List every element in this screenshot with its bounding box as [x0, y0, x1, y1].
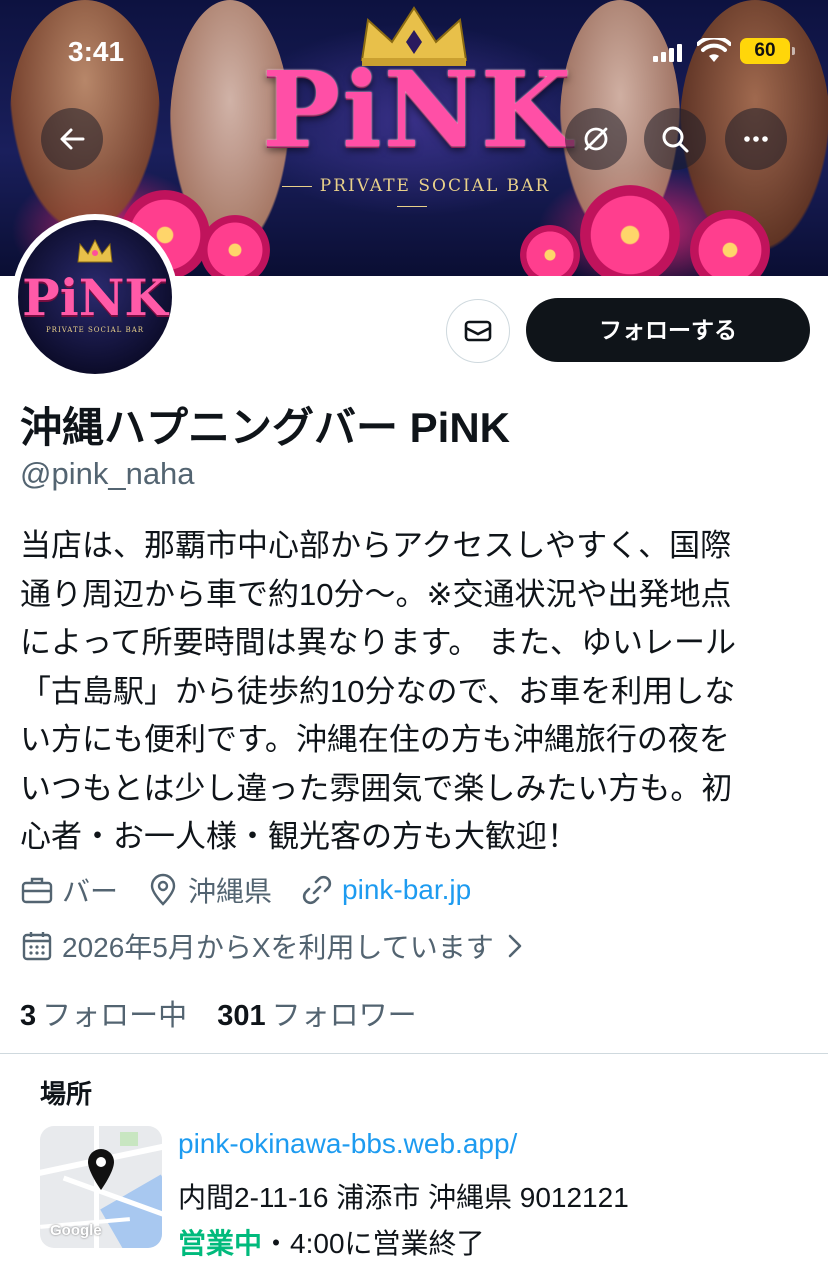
profile-handle: @pink_naha	[20, 456, 195, 491]
bio-line: 心者・お一人様・観光客の方も大歓迎！	[20, 819, 578, 854]
location-address: 内間2-11-16 浦添市 沖縄県 9012121	[178, 1182, 629, 1213]
more-options-button[interactable]	[725, 108, 787, 170]
closing-time: ・4:00に営業終了	[262, 1228, 485, 1259]
section-divider	[0, 1053, 828, 1054]
profile-bio: 当店は、那覇市中心部からアクセスしやすく、国際 通り周辺から車で約10分〜。※交…	[20, 522, 812, 862]
map-provider-label: Google	[50, 1222, 102, 1239]
follow-stats: 3 フォロー中 301 フォロワー	[20, 992, 439, 1034]
follow-button[interactable]: フォローする	[526, 298, 810, 362]
avatar-logo-subtitle: PRIVATE SOCIAL BAR	[45, 326, 145, 334]
following-count: 3	[20, 1000, 37, 1032]
map-thumbnail[interactable]: Google	[40, 1126, 162, 1248]
bio-line: 通り周辺から車で約10分〜。※交通状況や出発地点	[20, 576, 732, 612]
arrow-left-icon	[60, 128, 85, 150]
profile-location: 沖縄県	[146, 870, 272, 910]
profile-category: バー	[20, 870, 118, 910]
wifi-icon	[697, 38, 731, 62]
cellular-signal-icon	[653, 44, 682, 62]
profile-joined-row[interactable]: 2026年5月からXを利用しています	[20, 926, 540, 966]
more-horizontal-icon	[744, 136, 768, 142]
search-icon	[662, 126, 689, 153]
banner-logo-subtitle: PRIVATE SOCIAL BAR	[262, 176, 562, 216]
envelope-icon	[464, 320, 492, 342]
status-bar: 3:41 60	[0, 30, 828, 74]
location-section-title: 場所	[40, 1079, 93, 1109]
followers-count: 301	[217, 1000, 266, 1032]
map-pin-icon	[88, 1149, 114, 1190]
battery-indicator: 60	[740, 38, 795, 64]
bio-line: い方にも便利です。沖縄在住の方も沖縄旅行の夜を	[20, 722, 730, 757]
website-link[interactable]: pink-bar.jp	[342, 874, 471, 906]
followers-label: フォロワー	[271, 1000, 417, 1032]
link-icon	[302, 875, 332, 905]
profile-display-name: 沖縄ハプニングバー PiNK	[20, 404, 511, 451]
following-link[interactable]: 3 フォロー中	[20, 1000, 187, 1032]
hibiscus-decoration	[200, 215, 270, 276]
business-hours: 営業中・4:00に営業終了	[178, 1222, 485, 1262]
profile-avatar[interactable]: PiNK PRIVATE SOCIAL BAR	[12, 214, 178, 380]
followers-link[interactable]: 301 フォロワー	[217, 1000, 416, 1032]
hibiscus-decoration	[520, 225, 580, 276]
hibiscus-decoration	[580, 185, 680, 276]
profile-website[interactable]: pink-bar.jp	[300, 873, 471, 907]
chevron-right-icon	[508, 934, 522, 958]
location-label: 沖縄県	[188, 876, 273, 907]
profile-meta-row: バー 沖縄県 pink-bar.jp	[20, 870, 499, 910]
status-time: 3:41	[68, 36, 125, 67]
joined-date-label: 2026年5月からXを利用しています	[62, 932, 494, 963]
bio-line: 「古島駅」から徒歩約10分なので、お車を利用しな	[20, 673, 736, 709]
crown-icon	[77, 238, 113, 263]
location-pin-icon	[150, 873, 176, 906]
category-label: バー	[62, 876, 119, 907]
bio-line: によって所要時間は異なります。 また、ゆいレール	[20, 625, 737, 660]
avatar-logo-text: PiNK	[22, 268, 168, 327]
calendar-icon	[22, 932, 52, 961]
briefcase-icon	[21, 877, 53, 904]
message-button[interactable]	[446, 299, 510, 363]
open-status-badge: 営業中	[178, 1228, 263, 1259]
back-button[interactable]	[41, 108, 103, 170]
location-website-link[interactable]: pink-okinawa-bbs.web.app/	[178, 1128, 517, 1160]
map-park	[120, 1132, 138, 1146]
bio-line: いつもとは少し違った雰囲気で楽しみたい方も。初	[20, 770, 733, 806]
search-button[interactable]	[644, 108, 706, 170]
grok-button[interactable]	[565, 108, 627, 170]
bio-line: 当店は、那覇市中心部からアクセスしやすく、国際	[20, 528, 732, 563]
following-label: フォロー中	[42, 1000, 188, 1032]
grok-icon	[584, 127, 608, 151]
